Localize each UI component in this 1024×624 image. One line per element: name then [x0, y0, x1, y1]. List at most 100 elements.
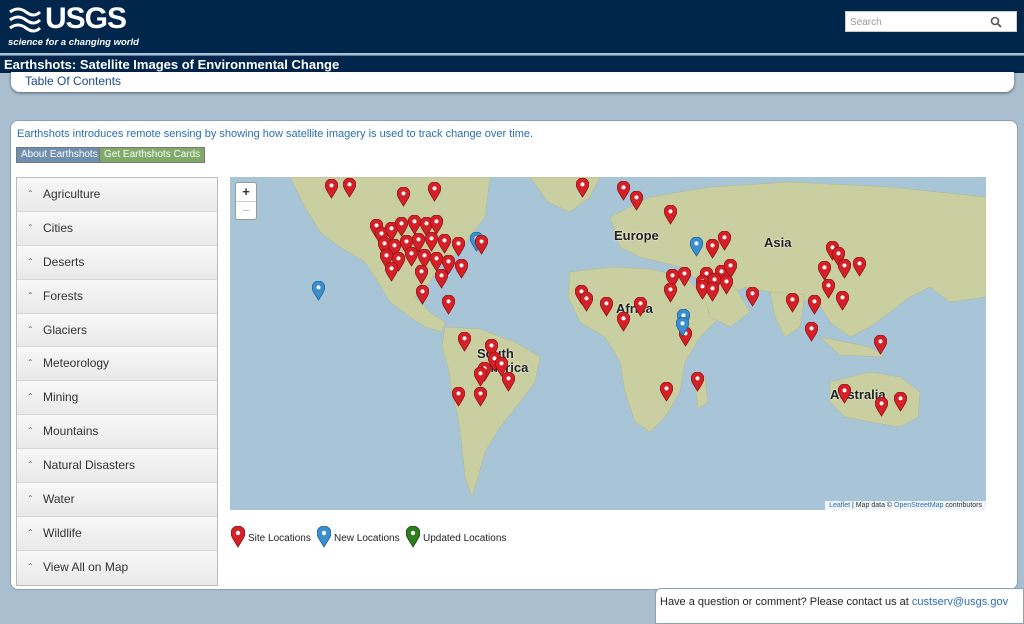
leaflet-link[interactable]: Leaflet [829, 502, 850, 509]
site-location-marker-icon[interactable] [428, 182, 441, 202]
sidebar-item-meteorology[interactable]: ⌃ Meteorology [17, 347, 217, 382]
chevron-up-icon: ⌃ [27, 527, 34, 537]
new-location-marker-icon[interactable] [312, 281, 325, 301]
sidebar-item-wildlife[interactable]: ⌃ Wildlife [17, 516, 217, 551]
site-location-marker-icon[interactable] [894, 392, 907, 412]
site-location-marker-icon[interactable] [452, 237, 465, 257]
site-location-marker-icon[interactable] [458, 332, 471, 352]
site-location-marker-icon[interactable] [706, 282, 719, 302]
search-box [845, 11, 1017, 32]
site-location-marker-icon[interactable] [397, 187, 410, 207]
site-location-marker-icon[interactable] [836, 291, 849, 311]
site-location-marker-icon[interactable] [452, 387, 465, 407]
sidebar-item-label: Natural Disasters [43, 458, 136, 473]
footer-message: Have a question or comment? Please conta… [660, 596, 912, 608]
site-location-marker-icon[interactable] [718, 231, 731, 251]
new-location-marker-icon[interactable] [690, 237, 703, 257]
site-location-marker-icon[interactable] [600, 297, 613, 317]
sidebar-item-view-all-on-map[interactable]: ⌃ View All on Map [17, 550, 217, 585]
site-location-marker-icon[interactable] [442, 295, 455, 315]
attribution-text: | Map data © [850, 502, 895, 509]
site-location-marker-icon[interactable] [435, 269, 448, 289]
site-location-marker-icon[interactable] [474, 367, 487, 387]
site-location-marker-icon[interactable] [664, 205, 677, 225]
site-location-marker-icon[interactable] [853, 257, 866, 277]
new-location-marker-icon[interactable] [676, 317, 689, 337]
site-location-marker-icon[interactable] [405, 247, 418, 267]
openstreetmap-link[interactable]: OpenStreetMap [894, 502, 943, 509]
sidebar-item-water[interactable]: ⌃ Water [17, 483, 217, 517]
sidebar-item-deserts[interactable]: ⌃ Deserts [17, 245, 217, 280]
sidebar-item-label: Meteorology [43, 356, 110, 371]
site-location-marker-icon[interactable] [746, 287, 759, 307]
site-location-marker-icon[interactable] [502, 372, 515, 392]
site-location-marker-icon[interactable] [874, 335, 887, 355]
site-location-marker-icon[interactable] [678, 267, 691, 287]
sidebar-item-forests[interactable]: ⌃ Forests [17, 279, 217, 314]
site-location-marker-icon[interactable] [455, 259, 468, 279]
zoom-out-button[interactable]: − [236, 202, 256, 220]
chevron-up-icon: ⌃ [27, 222, 34, 232]
chevron-up-icon: ⌃ [27, 324, 34, 334]
zoom-control: + − [235, 182, 257, 220]
site-location-marker-icon[interactable] [474, 387, 487, 407]
site-location-marker-icon[interactable] [808, 295, 821, 315]
chevron-up-icon: ⌃ [27, 290, 34, 300]
site-location-marker-icon[interactable] [630, 191, 643, 211]
site-location-marker-icon[interactable] [415, 265, 428, 285]
contact-email-link[interactable]: custserv@usgs.gov [912, 596, 1008, 608]
sidebar-item-agriculture[interactable]: ⌃ Agriculture [17, 178, 217, 212]
sidebar-item-label: Water [43, 492, 75, 507]
search-input[interactable] [846, 13, 990, 32]
site-location-marker-icon[interactable] [786, 293, 799, 313]
chevron-up-icon: ⌃ [27, 358, 34, 368]
site-location-marker-icon[interactable] [385, 262, 398, 282]
site-location-marker-icon[interactable] [475, 235, 488, 255]
site-location-marker-icon[interactable] [343, 178, 356, 198]
search-icon[interactable] [990, 16, 1002, 28]
site-location-marker-icon[interactable] [691, 372, 704, 392]
world-map[interactable]: + − Europe Asia Africa South America Aus… [230, 177, 986, 510]
site-location-marker-icon[interactable] [838, 259, 851, 279]
site-location-marker-icon[interactable] [617, 312, 630, 332]
site-location-marker-icon[interactable] [325, 179, 338, 199]
site-location-marker-icon[interactable] [580, 292, 593, 312]
usgs-logo[interactable]: USGS science for a changing world [8, 2, 139, 49]
sidebar-item-label: Forests [43, 288, 84, 303]
map-label-europe: Europe [614, 228, 659, 243]
site-location-marker-icon[interactable] [805, 322, 818, 342]
site-header: USGS science for a changing world [0, 0, 1024, 53]
site-location-marker-icon[interactable] [660, 382, 673, 402]
table-of-contents-tab[interactable]: Table Of Contents [11, 72, 1014, 92]
sidebar-item-mining[interactable]: ⌃ Mining [17, 381, 217, 416]
sidebar-item-label: Mining [43, 390, 79, 405]
main-panel: Earthshots introduces remote sensing by … [10, 120, 1018, 590]
chevron-up-icon: ⌃ [27, 494, 34, 504]
sidebar-item-mountains[interactable]: ⌃ Mountains [17, 415, 217, 450]
sidebar-item-natural-disasters[interactable]: ⌃ Natural Disasters [17, 449, 217, 484]
site-location-marker-icon[interactable] [822, 279, 835, 299]
sidebar-item-cities[interactable]: ⌃ Cities [17, 211, 217, 246]
map-land [289, 177, 986, 498]
sidebar-item-label: Wildlife [43, 525, 82, 540]
site-location-marker-icon[interactable] [838, 384, 851, 404]
site-location-marker-icon[interactable] [416, 285, 429, 305]
get-earthshots-cards-button[interactable]: Get Earthshots Cards [99, 147, 206, 163]
blue-marker-icon [317, 526, 331, 548]
sidebar-item-glaciers[interactable]: ⌃ Glaciers [17, 313, 217, 348]
site-location-marker-icon[interactable] [438, 234, 451, 254]
category-sidebar: ⌃ Agriculture ⌃ Cities ⌃ Deserts ⌃ Forests ⌃… [16, 177, 218, 586]
site-location-marker-icon[interactable] [395, 217, 408, 237]
legend-label: Site Locations [248, 533, 311, 544]
site-location-marker-icon[interactable] [720, 275, 733, 295]
site-location-marker-icon[interactable] [664, 283, 677, 303]
toc-label[interactable]: Table Of Contents [25, 74, 121, 88]
site-location-marker-icon[interactable] [634, 297, 647, 317]
site-location-marker-icon[interactable] [875, 397, 888, 417]
site-location-marker-icon[interactable] [576, 178, 589, 198]
site-location-marker-icon[interactable] [818, 261, 831, 281]
about-earthshots-button[interactable]: About Earthshots [16, 147, 103, 163]
logo-tagline: science for a changing world [8, 37, 139, 48]
zoom-in-button[interactable]: + [236, 183, 256, 202]
site-location-marker-icon[interactable] [617, 181, 630, 201]
